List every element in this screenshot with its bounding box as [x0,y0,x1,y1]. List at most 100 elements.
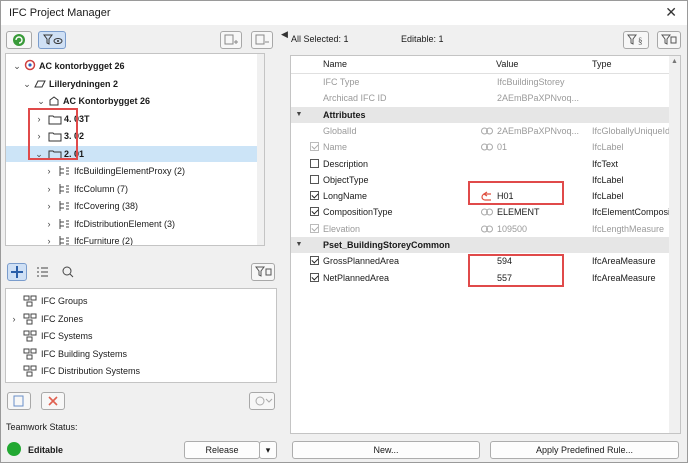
property-row[interactable]: IFC Type IfcBuildingStorey [291,74,669,90]
property-name: GrossPlannedArea [323,256,400,267]
title-bar: IFC Project Manager ✕ [1,1,687,25]
property-row[interactable]: CompositionType ELEMENT IfcElementComposi [291,204,670,220]
property-row[interactable]: Description IfcText [291,156,669,172]
group-options-button[interactable] [249,392,275,410]
property-value: 109500 [497,223,528,234]
checkbox[interactable] [310,174,319,184]
list-tab-icon[interactable] [34,265,50,281]
group-icon [23,313,37,324]
status-indicator-icon [7,442,21,456]
teamwork-label: Teamwork Status: [6,422,78,432]
remove-element-button[interactable] [251,31,273,49]
tree-item[interactable]: › IfcCovering (38) [6,198,257,214]
group-icon [23,295,37,307]
property-name: IFC Type [323,77,360,87]
scroll-up-icon[interactable]: ▲ [671,58,678,65]
chevron-down-icon[interactable]: ▼ [294,107,304,123]
delete-icon [48,396,58,406]
refresh-button[interactable] [6,31,32,49]
property-options-button[interactable] [657,31,681,49]
group-item[interactable]: IFC Building Systems [6,346,276,362]
ifc-class-icon [59,166,69,176]
tree-item-label: IfcBuildingElementProxy (2) [74,166,186,176]
filter-section-icon: § [627,34,643,46]
release-button[interactable]: Release [184,441,260,459]
property-row[interactable]: Archicad IFC ID 2AEmBPaXPNvoq... [291,90,669,106]
add-element-icon [224,34,238,45]
chevron-icon[interactable]: ⌄ [22,76,32,92]
chevron-down-icon[interactable]: ▼ [294,237,304,253]
group-item[interactable]: IFC Systems [6,328,276,344]
tree-item[interactable]: › IfcColumn (7) [6,181,257,197]
tree-item[interactable]: ⌄ Lillerydningen 2 [6,76,257,92]
property-type: IfcLabel [592,191,624,202]
checkbox[interactable] [310,191,319,201]
property-row[interactable]: Name 01 IfcLabel [291,139,669,155]
chevron-icon[interactable]: ⌄ [36,93,46,109]
chevron-icon[interactable]: › [44,198,54,214]
table-header: Name Value Type [291,56,669,74]
new-group-button[interactable] [7,392,31,410]
release-dropdown-button[interactable]: ▾ [259,441,277,459]
tree-item[interactable]: › IfcFurniture (2) [6,233,257,245]
collapse-arrow-icon[interactable]: ◀ [281,29,288,40]
property-section[interactable]: ▼ Attributes [291,106,669,123]
tree-item[interactable]: › IfcDistributionElement (3) [6,216,257,232]
chevron-icon[interactable]: › [44,181,54,197]
add-element-button[interactable] [220,31,242,49]
checkbox [310,142,319,152]
new-property-button[interactable]: New... [292,441,480,459]
close-icon[interactable]: ✕ [665,4,677,21]
group-icon [23,365,37,377]
property-name: CompositionType [323,207,393,218]
delete-group-button[interactable] [41,392,65,410]
site-icon [34,80,46,87]
checkbox[interactable] [310,272,319,282]
properties-scrollbar[interactable]: ▲ [669,56,680,433]
property-value[interactable]: ELEMENT [497,204,540,220]
checkbox[interactable] [310,207,319,217]
chevron-icon[interactable]: › [44,233,54,245]
chevron-icon[interactable]: › [44,163,54,179]
svg-text:§: § [638,36,643,46]
building-icon [49,96,59,106]
highlight-storeys [28,108,78,160]
checkbox[interactable] [310,256,319,266]
property-name: Archicad IFC ID [323,93,387,104]
property-row[interactable]: GlobalId 2AEmBPaXPNvoq... IfcGloballyUniqu… [291,123,670,139]
property-filter-button[interactable]: § [623,31,649,49]
tree-item[interactable]: › IfcBuildingElementProxy (2) [6,163,257,179]
checkbox [310,223,319,233]
chevron-icon[interactable]: › [44,216,54,232]
property-name: GlobalId [323,125,357,136]
tree-item-label: AC kontorbygget 26 [39,61,125,71]
tree-scrollbar[interactable] [257,54,264,245]
group-item[interactable]: IFC Distribution Systems [6,363,276,379]
column-name: Name [323,59,348,69]
group-item-label: IFC Distribution Systems [41,366,141,376]
tree-item-label: IfcCovering (38) [74,201,139,211]
checkbox[interactable] [310,158,319,168]
chevron-right-icon[interactable]: › [9,311,19,327]
group-item[interactable]: › IFC Zones [6,311,276,327]
tree-item[interactable]: ⌄ AC Kontorbygget 26 [6,93,257,109]
search-icon[interactable] [60,265,76,281]
ifc-class-icon [59,201,69,211]
property-section[interactable]: ▼ Pset_BuildingStoreyCommon [291,237,669,253]
property-value: 2AEmBPaXPNvoq... [497,125,580,136]
property-type: IfcAreaMeasure [592,272,656,283]
window-title: IFC Project Manager [9,7,111,19]
column-type: Type [592,59,612,69]
group-filter-button[interactable] [251,263,275,281]
group-item[interactable]: IFC Groups [6,293,276,309]
tree-item-label: IfcDistributionElement (3) [74,218,176,229]
apply-predefined-rule-button[interactable]: Apply Predefined Rule... [490,441,679,459]
groups-tab[interactable] [7,263,27,281]
chevron-icon[interactable]: ⌄ [12,58,22,74]
tree-item[interactable]: ⌄ AC kontorbygget 26 [6,58,257,74]
group-item-label: IFC Groups [41,296,88,306]
link-icon [481,225,493,233]
link-icon [481,208,493,216]
property-row[interactable]: Elevation 109500 IfcLengthMeasure [291,221,669,237]
filter-view-button[interactable] [38,31,66,49]
